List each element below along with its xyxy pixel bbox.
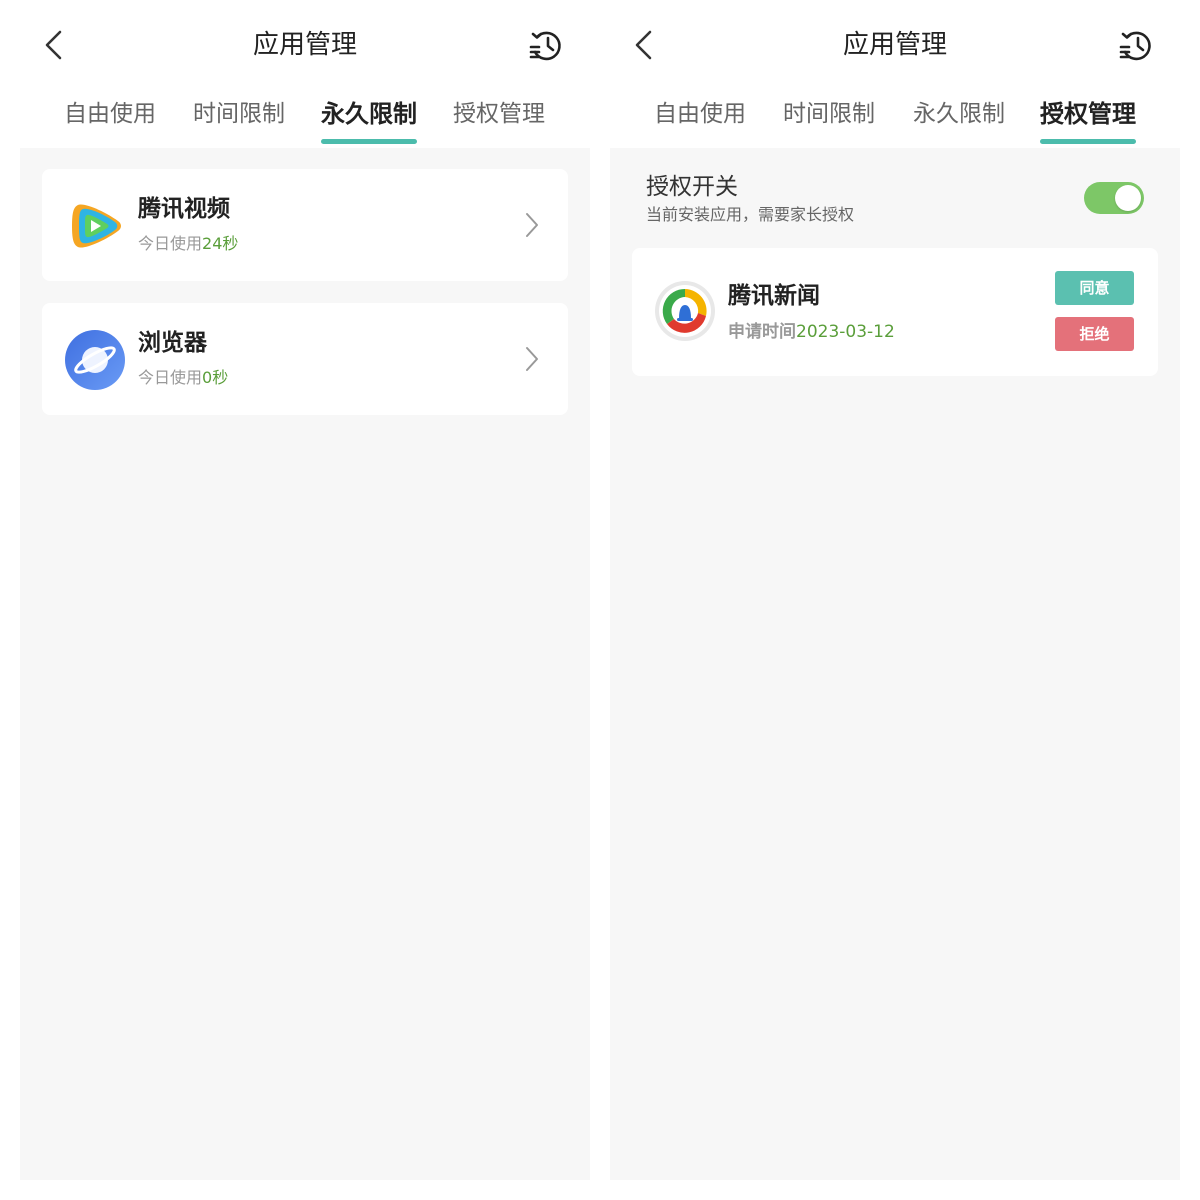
agree-button[interactable]: 同意 — [1055, 271, 1134, 305]
tab-label: 永久限制 — [913, 101, 1005, 127]
browser-planet-icon — [64, 329, 126, 391]
switch-title: 授权开关 — [646, 174, 738, 200]
tab-label: 授权管理 — [1040, 100, 1136, 128]
request-time: 申请时间2023-03-12 — [728, 320, 895, 344]
page-title: 应用管理 — [842, 30, 947, 60]
app-name: 浏览器 — [138, 330, 207, 356]
right-screen: 应用管理 自由使用 时间限制 永久限制 授权管理 授权开关 当前安装应用，需要家… — [610, 0, 1180, 1180]
app-usage: 今日使用24秒 — [138, 233, 238, 255]
chevron-right-icon — [524, 345, 540, 373]
top-bar: 应用管理 — [20, 0, 590, 90]
switch-description: 当前安装应用，需要家长授权 — [646, 205, 855, 224]
tab-authorization[interactable]: 授权管理 — [1040, 94, 1136, 148]
tab-permanent-limit[interactable]: 永久限制 — [913, 94, 1005, 148]
app-card-browser[interactable]: 浏览器 今日使用0秒 — [42, 303, 568, 415]
usage-label: 今日使用 — [138, 368, 203, 387]
request-app-name: 腾讯新闻 — [728, 283, 820, 309]
active-tab-indicator — [321, 139, 417, 144]
tab-bar: 自由使用 时间限制 永久限制 授权管理 — [20, 94, 590, 148]
chevron-right-icon — [524, 211, 540, 239]
app-usage: 今日使用0秒 — [138, 367, 228, 389]
auth-toggle[interactable] — [1084, 182, 1144, 214]
reject-button[interactable]: 拒绝 — [1055, 317, 1134, 351]
left-screen: 应用管理 自由使用 时间限制 永久限制 授权管理 腾讯视频 今日使用24秒 浏览… — [20, 0, 590, 1180]
active-tab-indicator — [1040, 139, 1136, 144]
auth-switch-row: 授权开关 当前安装应用，需要家长授权 — [610, 148, 1180, 248]
history-clock-icon — [529, 31, 561, 61]
history-clock-icon — [1119, 31, 1151, 61]
tab-bar: 自由使用 时间限制 永久限制 授权管理 — [610, 94, 1180, 148]
tab-free-use[interactable]: 自由使用 — [64, 94, 156, 148]
tab-free-use[interactable]: 自由使用 — [654, 94, 746, 148]
page-title: 应用管理 — [252, 30, 357, 60]
history-button[interactable] — [1118, 28, 1154, 64]
history-button[interactable] — [528, 28, 564, 64]
tab-time-limit[interactable]: 时间限制 — [783, 94, 875, 148]
app-name: 腾讯视频 — [138, 196, 230, 222]
tab-authorization[interactable]: 授权管理 — [453, 94, 545, 148]
tab-label: 时间限制 — [783, 101, 875, 127]
request-card-tencent-news: 腾讯新闻 申请时间2023-03-12 同意 拒绝 — [632, 248, 1158, 376]
content-area: 授权开关 当前安装应用，需要家长授权 腾讯新闻 申请时间2023-03-12 同… — [610, 148, 1180, 1180]
tab-time-limit[interactable]: 时间限制 — [193, 94, 285, 148]
usage-value: 0秒 — [202, 368, 229, 387]
app-card-tencent-video[interactable]: 腾讯视频 今日使用24秒 — [42, 169, 568, 281]
tab-label: 自由使用 — [654, 101, 746, 127]
tab-label: 时间限制 — [193, 101, 285, 127]
usage-value: 24秒 — [202, 234, 239, 253]
request-time-label: 申请时间 — [728, 322, 796, 342]
tab-label: 自由使用 — [64, 101, 156, 127]
toggle-knob — [1115, 185, 1141, 211]
request-time-value: 2023-03-12 — [796, 322, 895, 342]
tencent-video-icon — [64, 195, 126, 257]
tab-label: 授权管理 — [453, 101, 545, 127]
usage-label: 今日使用 — [138, 234, 203, 253]
tab-label: 永久限制 — [321, 100, 417, 128]
tencent-news-icon — [654, 280, 716, 342]
tab-permanent-limit[interactable]: 永久限制 — [321, 94, 417, 148]
content-area: 腾讯视频 今日使用24秒 浏览器 今日使用0秒 — [20, 148, 590, 1180]
top-bar: 应用管理 — [610, 0, 1180, 90]
